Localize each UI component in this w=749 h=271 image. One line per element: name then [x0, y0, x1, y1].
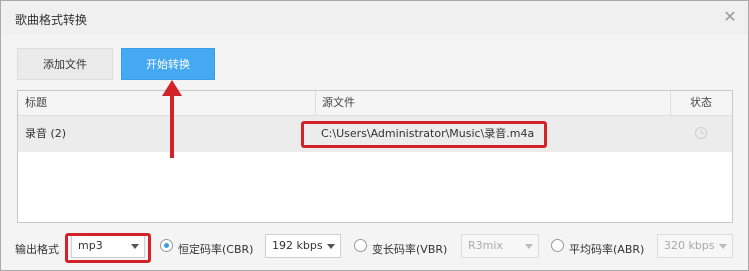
- source-path-highlight: [301, 121, 547, 148]
- convert-dialog: 歌曲格式转换 ✕ 添加文件 开始转换 标题 源文件 状态 录音 (2) C:\U…: [0, 0, 749, 271]
- column-separator: [315, 91, 316, 115]
- vbr-label: 变长码率(VBR): [372, 243, 448, 256]
- title-bar: 歌曲格式转换 ✕: [1, 1, 748, 35]
- vbr-preset-value: R3mix: [468, 239, 503, 252]
- format-highlight: [65, 233, 151, 263]
- close-icon[interactable]: ✕: [721, 8, 739, 26]
- add-file-button[interactable]: 添加文件: [17, 48, 113, 80]
- cbr-bitrate-value: 192 kbps: [272, 239, 323, 252]
- vbr-radio[interactable]: [354, 239, 367, 252]
- output-format-label: 输出格式: [15, 243, 59, 256]
- abr-bitrate-select[interactable]: 320 kbps: [657, 234, 733, 258]
- arrow-shaft: [170, 93, 174, 158]
- dialog-title: 歌曲格式转换: [15, 13, 88, 27]
- file-table: 标题 源文件 状态 录音 (2) C:\Users\Administrator\…: [17, 90, 733, 223]
- abr-bitrate-value: 320 kbps: [664, 239, 715, 252]
- abr-label: 平均码率(ABR): [569, 243, 645, 256]
- column-status[interactable]: 状态: [690, 91, 712, 115]
- chevron-down-icon: [719, 244, 727, 249]
- clock-icon: [695, 127, 707, 139]
- chevron-down-icon: [327, 244, 335, 249]
- table-header: 标题 源文件 状态: [18, 91, 732, 116]
- cbr-radio[interactable]: [160, 239, 173, 252]
- row-title: 录音 (2): [25, 127, 67, 140]
- cbr-bitrate-select[interactable]: 192 kbps: [265, 234, 341, 258]
- abr-radio[interactable]: [551, 239, 564, 252]
- column-separator: [670, 91, 671, 115]
- column-source[interactable]: 源文件: [322, 91, 355, 115]
- vbr-preset-select[interactable]: R3mix: [461, 234, 539, 258]
- chevron-down-icon: [525, 244, 533, 249]
- column-title[interactable]: 标题: [25, 91, 47, 115]
- cbr-label: 恒定码率(CBR): [178, 243, 254, 256]
- start-convert-button[interactable]: 开始转换: [121, 48, 215, 80]
